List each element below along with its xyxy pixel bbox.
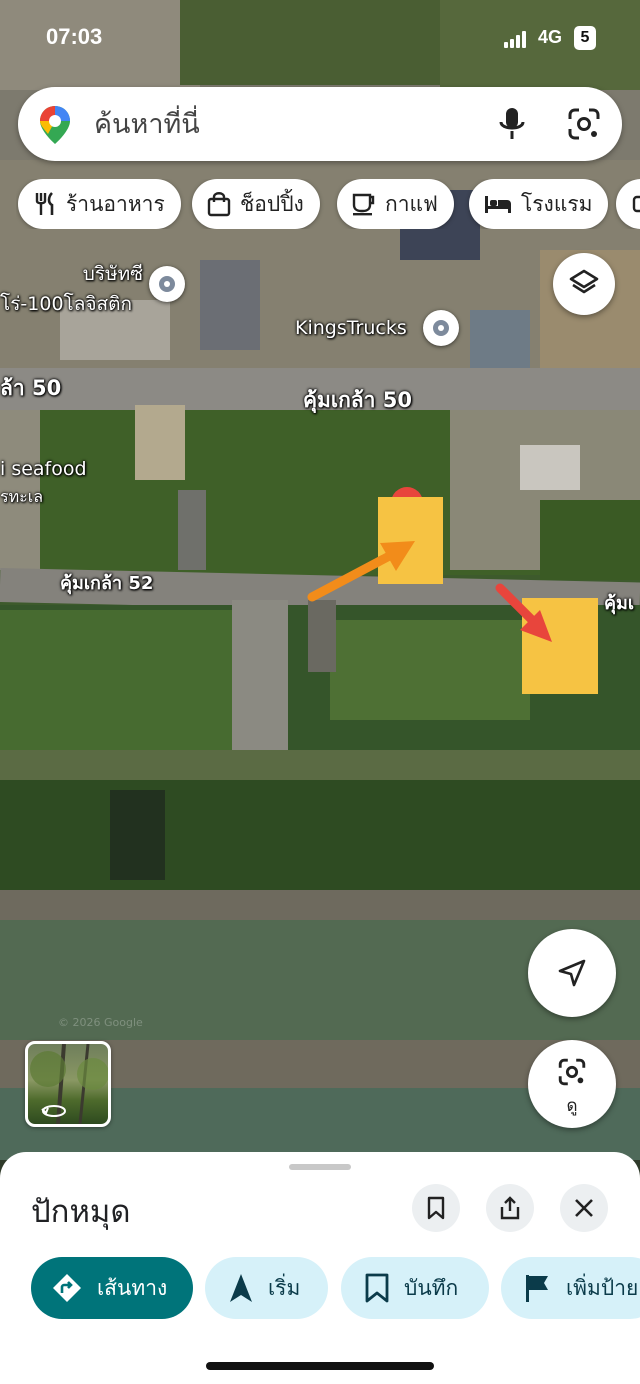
chip-restaurants[interactable]: ร้านอาหาร [18, 179, 181, 229]
building-roof [178, 490, 206, 570]
chip-hotels[interactable]: โรงแรม [469, 179, 609, 229]
map-watermark: © 2026 Google [58, 1016, 143, 1029]
close-button[interactable] [560, 1184, 608, 1232]
lot [135, 405, 185, 480]
river-bank [0, 890, 640, 920]
start-button[interactable]: เริ่ม [205, 1257, 328, 1319]
bookmark-icon [427, 1196, 445, 1220]
layers-button[interactable] [553, 253, 615, 315]
search-input[interactable] [94, 104, 474, 144]
navigation-arrow-icon [558, 959, 586, 987]
vegetation [540, 500, 640, 580]
road-label-52: คุ้มเกล้า 52 [60, 573, 154, 594]
more-category-icon [632, 195, 640, 213]
poi-pin-company[interactable] [149, 266, 185, 302]
shopping-bag-icon [207, 192, 231, 217]
road-label-50-left: ล้า 50 [0, 376, 62, 400]
building-roof [520, 445, 580, 490]
directions-button[interactable]: เส้นทาง [31, 1257, 193, 1319]
directions-label: เส้นทาง [97, 1275, 168, 1300]
bed-icon [485, 196, 511, 213]
map-label-company[interactable]: บริษัทซี [83, 259, 143, 289]
building-roof [232, 600, 288, 758]
360-rotate-icon [41, 1105, 66, 1117]
bookmark-icon [365, 1273, 389, 1303]
flag-icon [526, 1275, 548, 1302]
chip-more[interactable] [616, 179, 640, 229]
road-label-50: คุ้มเกล้า 50 [303, 388, 412, 412]
google-lens-icon[interactable] [564, 105, 604, 143]
street-view-thumbnail[interactable] [25, 1041, 111, 1127]
search-bar[interactable] [18, 87, 622, 161]
red-arrow-icon [495, 583, 552, 642]
vegetation [0, 780, 640, 890]
building-roof [470, 310, 530, 370]
home-indicator[interactable] [206, 1362, 434, 1370]
add-label-label: เพิ่มป้าย [566, 1275, 639, 1300]
start-label: เริ่ม [268, 1275, 301, 1300]
category-chips: ร้านอาหาร ช็อปปิ้ง กาแฟ โรงแรม [16, 179, 640, 229]
battery-icon: 5 [574, 26, 596, 50]
building-roof [200, 260, 260, 350]
path [0, 750, 640, 780]
pond [110, 790, 165, 880]
fork-knife-icon [35, 192, 54, 215]
map-label-seafood[interactable]: i seafood [0, 458, 87, 480]
share-icon [500, 1196, 520, 1220]
chip-label: กาแฟ [385, 191, 438, 216]
save-label: บันทึก [404, 1275, 459, 1300]
place-title: ปักหมุด [31, 1194, 131, 1230]
chip-label: ช็อปปิ้ง [240, 191, 304, 216]
view-label: ดู [566, 1096, 578, 1116]
chip-label: ร้านอาหาร [66, 191, 165, 216]
google-maps-logo-icon [40, 106, 70, 144]
close-icon [575, 1199, 593, 1217]
chip-coffee[interactable]: กาแฟ [337, 179, 454, 229]
place-bottom-sheet[interactable]: ปักหมุด เส้นทาง เริ่ม บันทึก เพิ่มป้าย [0, 1152, 640, 1384]
bookmark-button[interactable] [412, 1184, 460, 1232]
status-bar: 07:03 4G 5 [0, 0, 640, 70]
map-label-seafood-line2[interactable]: รทะเล [0, 485, 43, 510]
my-location-button[interactable] [528, 929, 616, 1017]
layers-icon [569, 269, 599, 294]
orange-arrow-icon [307, 541, 415, 602]
directions-icon [53, 1274, 81, 1302]
chip-label: โรงแรม [521, 191, 593, 216]
chip-shopping[interactable]: ช็อปปิ้ง [192, 179, 320, 229]
map-label-company-line2[interactable]: โร่-100โลจิสติก [0, 289, 132, 319]
camera-lens-icon [558, 1058, 586, 1086]
microphone-icon[interactable] [494, 105, 530, 143]
vegetation [0, 610, 240, 750]
share-button[interactable] [486, 1184, 534, 1232]
network-type: 4G [538, 27, 563, 47]
lens-view-button[interactable]: ดู [528, 1040, 616, 1128]
save-button[interactable]: บันทึก [341, 1257, 489, 1319]
map-label-kingstrucks[interactable]: KingsTrucks [295, 317, 407, 339]
signal-icon [504, 30, 530, 48]
poi-pin-kingstrucks[interactable] [423, 310, 459, 346]
building-roof [308, 600, 336, 672]
sheet-drag-handle[interactable] [289, 1164, 351, 1170]
add-label-button[interactable]: เพิ่มป้าย [501, 1257, 640, 1319]
status-time: 07:03 [46, 24, 103, 49]
navigation-icon [230, 1274, 252, 1302]
coffee-cup-icon [352, 193, 375, 216]
road-label-right: คุ้มเ [604, 593, 635, 614]
